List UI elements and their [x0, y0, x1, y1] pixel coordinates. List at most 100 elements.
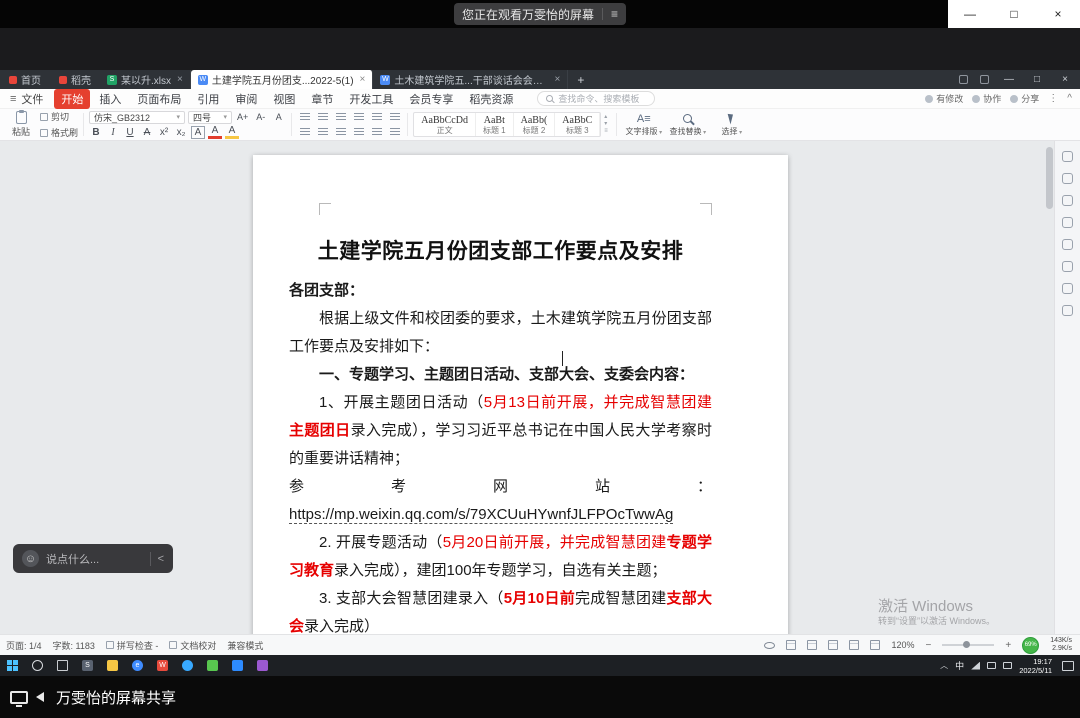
zoom-level[interactable]: 120% — [891, 640, 914, 650]
wps-home-button[interactable]: 首页 — [0, 70, 50, 89]
wechat-icon[interactable] — [200, 655, 225, 676]
close-button[interactable]: × — [1036, 0, 1080, 28]
menubar-action-1[interactable]: 协作 — [972, 92, 1001, 105]
document-tab[interactable]: W土建学院五月份团支...2022-5(1)× — [191, 70, 374, 89]
ribbon-tab-9[interactable]: 稻壳资源 — [462, 89, 520, 109]
file-menu-button[interactable]: ≡ 文件 — [0, 91, 53, 107]
ribbon-tab-1[interactable]: 插入 — [92, 89, 128, 109]
document-page[interactable]: 土建学院五月份团支部工作要点及安排 各团支部：根据上级文件和校团委的要求，土木建… — [253, 155, 788, 634]
page-indicator[interactable]: 页面: 1/4 — [6, 639, 42, 652]
ribbon-tab-2[interactable]: 页面布局 — [130, 89, 188, 109]
indent-decrease-icon[interactable] — [351, 111, 366, 124]
style-heading-3[interactable]: AaBbC标题 3 — [555, 113, 600, 136]
tab-close-icon[interactable]: × — [175, 74, 183, 85]
task-view-button[interactable] — [50, 655, 75, 676]
battery-icon[interactable] — [1003, 662, 1012, 669]
proofread-button[interactable]: 文档校对 — [169, 639, 216, 652]
fullscreen-icon[interactable] — [870, 640, 880, 650]
wps-minimize-button[interactable]: — — [996, 74, 1022, 85]
distribute-icon[interactable] — [369, 126, 384, 139]
decrease-font-button[interactable]: A- — [253, 111, 268, 124]
maximize-button[interactable]: □ — [992, 0, 1036, 28]
comment-icon[interactable] — [1062, 217, 1073, 228]
highlight-button[interactable]: A — [225, 126, 239, 139]
docer-button[interactable]: 稻壳 — [50, 70, 100, 89]
watching-screen-pill[interactable]: 您正在观看万雯怡的屏幕 ≡ — [454, 3, 626, 25]
bold-button[interactable]: B — [89, 126, 103, 139]
style-gallery-arrows[interactable]: ▴▾≡ — [601, 111, 611, 138]
style-heading-2[interactable]: AaBb(标题 2 — [514, 113, 556, 136]
style-normal[interactable]: AaBbCcDd正文 — [414, 113, 476, 136]
underline-button[interactable]: U — [123, 126, 137, 139]
wps-icon[interactable]: W — [150, 655, 175, 676]
ime-indicator[interactable]: 中 — [955, 659, 964, 672]
search-button[interactable] — [25, 655, 50, 676]
taskbar-clock[interactable]: 19:17 2022/5/11 — [1019, 657, 1052, 675]
italic-button[interactable]: I — [106, 126, 120, 139]
ribbon-tab-5[interactable]: 视图 — [266, 89, 302, 109]
editor-icon[interactable] — [250, 655, 275, 676]
new-tab-button[interactable]: + — [568, 70, 593, 89]
multilevel-list-icon[interactable] — [333, 111, 348, 124]
layout-switch-icon[interactable] — [959, 75, 968, 84]
chat-input-overlay[interactable]: ☺ 说点什么... < — [13, 544, 173, 573]
vertical-scrollbar[interactable] — [1046, 143, 1053, 616]
browser-icon[interactable]: e — [125, 655, 150, 676]
menubar-action-0[interactable]: 有修改 — [925, 92, 963, 105]
document-tab[interactable]: S某以升.xlsx× — [100, 70, 191, 89]
chat-collapse-button[interactable]: < — [158, 553, 164, 565]
tab-close-icon[interactable]: × — [553, 74, 561, 85]
document-tab[interactable]: W土木建筑学院五...干部谈话会会议记录× — [373, 70, 568, 89]
subscript-button[interactable]: x₂ — [174, 126, 188, 139]
outline-view-icon[interactable] — [849, 640, 859, 650]
network-icon[interactable] — [987, 662, 996, 669]
text-typesetting-button[interactable]: A≡ 文字排版 — [622, 111, 666, 138]
justify-icon[interactable] — [351, 126, 366, 139]
file-explorer-icon[interactable] — [100, 655, 125, 676]
more-options-icon[interactable]: ⋮ — [1048, 93, 1058, 104]
action-center-icon[interactable] — [1062, 661, 1074, 671]
align-center-icon[interactable] — [315, 126, 330, 139]
char-border-button[interactable]: A — [191, 126, 205, 139]
read-layout-icon[interactable] — [786, 640, 796, 650]
cut-button[interactable]: 剪切 — [40, 110, 78, 123]
wps-close-button[interactable]: × — [1052, 74, 1078, 85]
select-button[interactable]: 选择 — [710, 111, 754, 138]
font-name-select[interactable]: 仿宋_GB2312 — [89, 111, 185, 124]
zoom-slider-thumb[interactable] — [963, 641, 970, 648]
line-spacing-icon[interactable] — [387, 111, 402, 124]
eye-protection-icon[interactable] — [764, 642, 775, 649]
zoom-in-button[interactable]: + — [1005, 640, 1011, 651]
menubar-action-2[interactable]: 分享 — [1010, 92, 1039, 105]
compat-mode-label[interactable]: 兼容模式 — [227, 639, 263, 652]
increase-font-button[interactable]: A+ — [235, 111, 250, 124]
tab-close-icon[interactable]: × — [358, 74, 366, 85]
clear-format-button[interactable]: A — [271, 111, 286, 124]
ribbon-tab-7[interactable]: 开发工具 — [342, 89, 400, 109]
minimize-button[interactable]: — — [948, 0, 992, 28]
print-layout-icon[interactable] — [807, 640, 817, 650]
paste-button[interactable]: 粘贴 — [6, 111, 36, 138]
number-list-icon[interactable] — [315, 111, 330, 124]
qq-icon[interactable] — [175, 655, 200, 676]
ribbon-tab-4[interactable]: 审阅 — [228, 89, 264, 109]
app-s-icon[interactable]: S — [75, 655, 100, 676]
tray-expand-icon[interactable]: ︿ — [940, 660, 948, 671]
command-search-box[interactable]: 查找命令、搜索模板 — [537, 91, 655, 106]
align-right-icon[interactable] — [333, 126, 348, 139]
scrollbar-thumb[interactable] — [1046, 147, 1053, 209]
ribbon-tab-3[interactable]: 引用 — [190, 89, 226, 109]
share-icon[interactable] — [1062, 151, 1073, 162]
find-replace-button[interactable]: 查找替换 — [666, 111, 710, 138]
superscript-button[interactable]: x² — [157, 126, 171, 139]
ribbon-tab-0[interactable]: 开始 — [54, 89, 90, 109]
format-painter-button[interactable]: 格式刷 — [40, 126, 78, 139]
bullet-list-icon[interactable] — [297, 111, 312, 124]
wps-maximize-button[interactable]: □ — [1024, 74, 1050, 85]
bookmark-icon[interactable] — [1062, 261, 1073, 272]
phone-icon[interactable] — [1062, 305, 1073, 316]
strikethrough-button[interactable]: A — [140, 126, 154, 139]
ribbon-tab-8[interactable]: 会员专享 — [402, 89, 460, 109]
layout-menu-icon[interactable]: ≡ — [611, 7, 618, 21]
ribbon-tab-6[interactable]: 章节 — [304, 89, 340, 109]
